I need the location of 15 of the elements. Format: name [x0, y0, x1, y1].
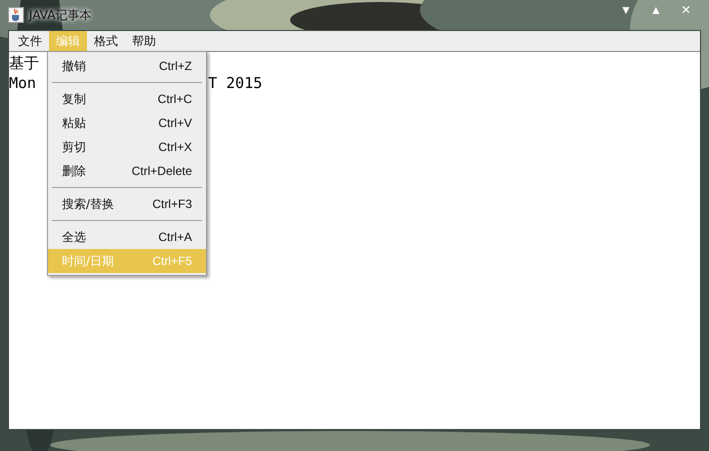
- coffee-cup-icon: [8, 7, 24, 23]
- menu-item[interactable]: 剪切 Ctrl+X: [48, 135, 206, 159]
- text-line: T 2015: [207, 73, 262, 93]
- text-line: 基于: [9, 53, 39, 73]
- menu-item[interactable]: 撤销 Ctrl+Z: [48, 54, 206, 78]
- menu-item[interactable]: 粘贴 Ctrl+V: [48, 111, 206, 135]
- menu-item[interactable]: 全选 Ctrl+A: [48, 225, 206, 249]
- menu-bar-item[interactable]: 帮助: [125, 31, 163, 51]
- menu-item[interactable]: 删除 Ctrl+Delete: [48, 159, 206, 183]
- menu-item[interactable]: 搜索/替换 Ctrl+F3: [48, 192, 206, 216]
- menu-item[interactable]: 复制 Ctrl+C: [48, 87, 206, 111]
- text-line: Mon: [9, 73, 36, 93]
- menu-bar-item[interactable]: 文件: [11, 31, 49, 51]
- menu-bar-item[interactable]: 格式: [87, 31, 125, 51]
- window-control-button[interactable]: ▼: [611, 0, 641, 20]
